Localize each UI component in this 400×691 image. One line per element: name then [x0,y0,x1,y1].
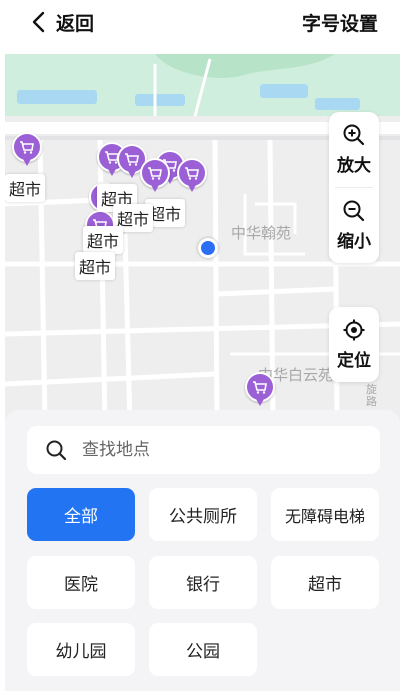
map-view[interactable]: 中华翰苑 中华白云苑 旋路 超市 超市 超市 超市 超市 超市 放大 缩小 定位 [5,54,400,424]
supermarket-marker[interactable] [245,372,275,408]
category-chip-supermarket[interactable]: 超市 [271,556,379,609]
category-chip-public-toilet[interactable]: 公共厕所 [149,488,257,541]
font-size-settings-button[interactable]: 字号设置 [302,9,378,36]
poi-label[interactable]: 超市 [5,174,46,202]
locate-control: 定位 [329,307,379,382]
category-chip-hospital[interactable]: 医院 [27,556,135,609]
place-label: 中华翰苑 [231,224,292,242]
category-chip-park[interactable]: 公园 [149,623,257,676]
shopping-cart-icon [185,167,199,180]
locate-label: 定位 [337,351,371,371]
chevron-left-icon [32,11,45,33]
supermarket-marker[interactable] [12,132,42,168]
category-chip-accessible-elevator[interactable]: 无障碍电梯 [271,488,379,541]
zoom-in-label: 放大 [337,156,371,176]
category-chip-kindergarten[interactable]: 幼儿园 [27,623,135,676]
current-location-dot [198,238,218,258]
zoom-in-icon [343,124,365,146]
shopping-cart-icon [125,153,139,166]
place-label: 旋路 [366,383,377,408]
search-icon [46,440,67,461]
zoom-out-icon [343,200,365,222]
top-bar: 返回 字号设置 [0,0,400,44]
shopping-cart-icon [148,167,162,180]
zoom-out-button[interactable]: 缩小 [329,188,379,263]
shopping-cart-icon [20,141,34,154]
shopping-cart-icon [253,381,267,394]
category-chip-bank[interactable]: 银行 [149,556,257,609]
poi-label[interactable]: 超市 [75,252,116,280]
search-bar[interactable] [27,426,380,474]
search-input[interactable] [82,440,342,460]
back-label: 返回 [56,12,95,35]
back-button[interactable]: 返回 [28,8,94,36]
locate-target-icon [343,319,365,341]
supermarket-marker[interactable] [140,158,170,194]
zoom-controls: 放大 缩小 [329,112,379,263]
poi-label[interactable]: 超市 [83,226,124,254]
zoom-out-label: 缩小 [337,232,371,252]
category-sheet: 全部 公共厕所 无障碍电梯 医院 银行 超市 幼儿园 公园 [5,410,400,691]
zoom-in-button[interactable]: 放大 [329,112,379,187]
category-chip-all[interactable]: 全部 [27,488,135,541]
locate-button[interactable]: 定位 [329,307,379,382]
supermarket-marker[interactable] [177,158,207,194]
